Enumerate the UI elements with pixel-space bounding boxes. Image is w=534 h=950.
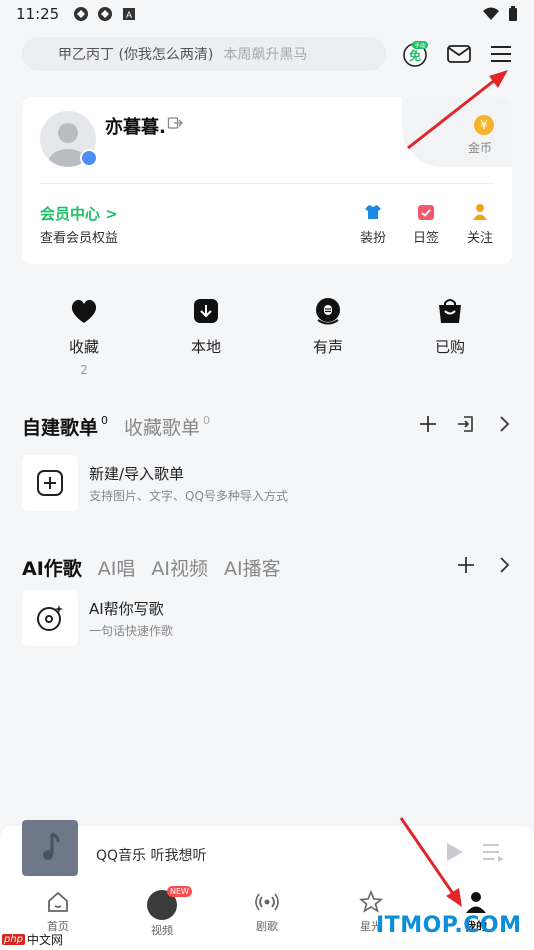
search-query: 甲乙丙丁 (你我怎么两清) — [58, 47, 214, 63]
download-icon — [194, 299, 218, 323]
playlist-queue-icon[interactable] — [482, 842, 506, 864]
search-hint: 本周飙升黑马 — [223, 47, 308, 63]
battery-icon — [509, 6, 517, 21]
heart-icon — [71, 299, 97, 323]
ai-write-song-subtitle: 一句话快速作歌 — [89, 624, 174, 638]
tab-ai-podcast[interactable]: AI播客 — [224, 554, 281, 581]
status-bar: 11:25 A — [0, 0, 534, 28]
purchased-entry[interactable]: 已购 — [410, 296, 490, 357]
favorites-count: 2 — [80, 363, 88, 377]
ai-actions — [456, 555, 514, 575]
tab-my-playlists[interactable]: 自建歌单 — [22, 413, 98, 440]
dress-up-button[interactable]: 装扮 — [353, 203, 393, 246]
import-icon[interactable] — [456, 414, 476, 434]
profile-card: ¥ 金币 亦暮暮. 会员中心 > 查看会员权益 装扮 日签 关注 — [22, 97, 512, 264]
watermark-itmop: ITMOP.COM — [376, 913, 522, 938]
app-notification-icon — [98, 7, 113, 21]
svg-text:手动: 手动 — [414, 42, 426, 50]
create-playlist-subtitle: 支持图片、文字、QQ号多种导入方式 — [89, 489, 288, 503]
daily-sign-button[interactable]: 日签 — [406, 203, 446, 246]
nav-video[interactable]: NEW 视频 — [130, 886, 194, 938]
plus-box-icon — [37, 470, 63, 496]
switch-account-icon[interactable] — [167, 115, 183, 131]
ai-write-song-item[interactable]: AI帮你写歌 一句话快速作歌 — [22, 590, 512, 646]
follow-button[interactable]: 关注 — [460, 203, 500, 246]
nav-video-label: 视频 — [151, 924, 173, 937]
star-icon — [359, 890, 383, 913]
ai-tabs: AI作歌 AI唱 AI视频 AI播客 — [22, 553, 514, 581]
ai-write-song-thumb — [22, 590, 78, 646]
create-playlist-item[interactable]: 新建/导入歌单 支持图片、文字、QQ号多种导入方式 — [22, 455, 512, 511]
local-label: 本地 — [190, 338, 221, 356]
audio-entry[interactable]: 有声 — [288, 296, 368, 357]
quick-entry-row: 收藏 2 本地 有声 已购 — [22, 296, 512, 386]
shopping-bag-icon — [439, 299, 461, 323]
broadcast-icon — [255, 893, 279, 911]
php-logo-text: 中文网 — [27, 933, 64, 947]
album-cover[interactable] — [22, 820, 78, 876]
calendar-check-icon — [418, 205, 434, 220]
new-badge: NEW — [167, 886, 192, 897]
home-icon — [48, 891, 68, 912]
video-avatar: NEW — [147, 886, 192, 920]
mail-icon[interactable] — [446, 41, 472, 67]
a-notification-icon: A — [123, 8, 136, 20]
audiobook-icon — [316, 298, 340, 325]
search-row: 甲乙丙丁 (你我怎么两清) 本周飙升黑马 免 手动 — [22, 37, 514, 71]
play-icon[interactable] — [444, 842, 464, 862]
php-logo-tag: php — [2, 934, 26, 945]
app-notification-icon — [74, 7, 89, 21]
favorites-entry[interactable]: 收藏 2 — [44, 296, 124, 377]
username[interactable]: 亦暮暮. — [105, 113, 166, 139]
chevron-right-icon[interactable] — [494, 414, 514, 434]
daily-sign-label: 日签 — [412, 231, 439, 246]
status-time: 11:25 — [16, 5, 60, 23]
vip-center-link[interactable]: 会员中心 > — [40, 203, 118, 224]
playlist-tabs: 自建歌单 0 收藏歌单 0 — [22, 412, 514, 440]
chevron-right-icon[interactable] — [494, 555, 514, 575]
watermark-php: php 中文网 — [2, 931, 63, 948]
svg-text:A: A — [126, 10, 132, 20]
tab-ai-video[interactable]: AI视频 — [151, 554, 208, 581]
local-entry[interactable]: 本地 — [166, 296, 246, 357]
coin-icon: ¥ — [474, 115, 494, 135]
ai-music-disc-icon — [37, 605, 63, 631]
free-mode-icon[interactable]: 免 手动 — [402, 41, 428, 67]
follow-label: 关注 — [466, 231, 493, 246]
coin-label: 金币 — [467, 141, 492, 155]
tab-ai-sing[interactable]: AI唱 — [98, 554, 136, 581]
music-note-icon — [43, 832, 60, 860]
search-input[interactable]: 甲乙丙丁 (你我怎么两清) 本周飙升黑马 — [22, 37, 386, 71]
tab-collected-playlists[interactable]: 收藏歌单 — [124, 413, 200, 440]
coin-area[interactable]: ¥ 金币 — [402, 97, 512, 167]
purchased-label: 已购 — [434, 338, 465, 356]
my-playlists-count: 0 — [101, 414, 109, 427]
qq-login-badge-icon — [80, 149, 98, 167]
audio-label: 有声 — [312, 338, 343, 356]
nav-home[interactable]: 首页 — [26, 890, 90, 934]
playlist-actions — [418, 414, 514, 434]
mini-player[interactable]: QQ音乐 听我想听 — [0, 820, 534, 886]
tshirt-icon — [365, 205, 381, 219]
add-icon[interactable] — [456, 555, 476, 575]
svg-text:免: 免 — [409, 48, 421, 63]
user-icon — [466, 892, 486, 913]
favorites-label: 收藏 — [68, 338, 99, 356]
ai-write-song-title: AI帮你写歌 — [89, 600, 164, 618]
tab-ai-compose[interactable]: AI作歌 — [22, 554, 82, 581]
nav-radio[interactable]: 剧歌 — [235, 890, 299, 934]
dress-up-label: 装扮 — [359, 231, 386, 246]
wifi-icon — [483, 7, 499, 20]
collected-playlists-count: 0 — [203, 414, 211, 427]
now-playing-title: QQ音乐 听我想听 — [96, 848, 207, 864]
divider — [40, 183, 494, 184]
person-icon — [473, 204, 487, 220]
vip-subtitle: 查看会员权益 — [40, 231, 119, 246]
nav-radio-label: 剧歌 — [256, 920, 278, 933]
create-playlist-thumb — [22, 455, 78, 511]
add-icon[interactable] — [418, 414, 438, 434]
create-playlist-title: 新建/导入歌单 — [89, 465, 185, 483]
menu-icon[interactable] — [488, 41, 514, 67]
